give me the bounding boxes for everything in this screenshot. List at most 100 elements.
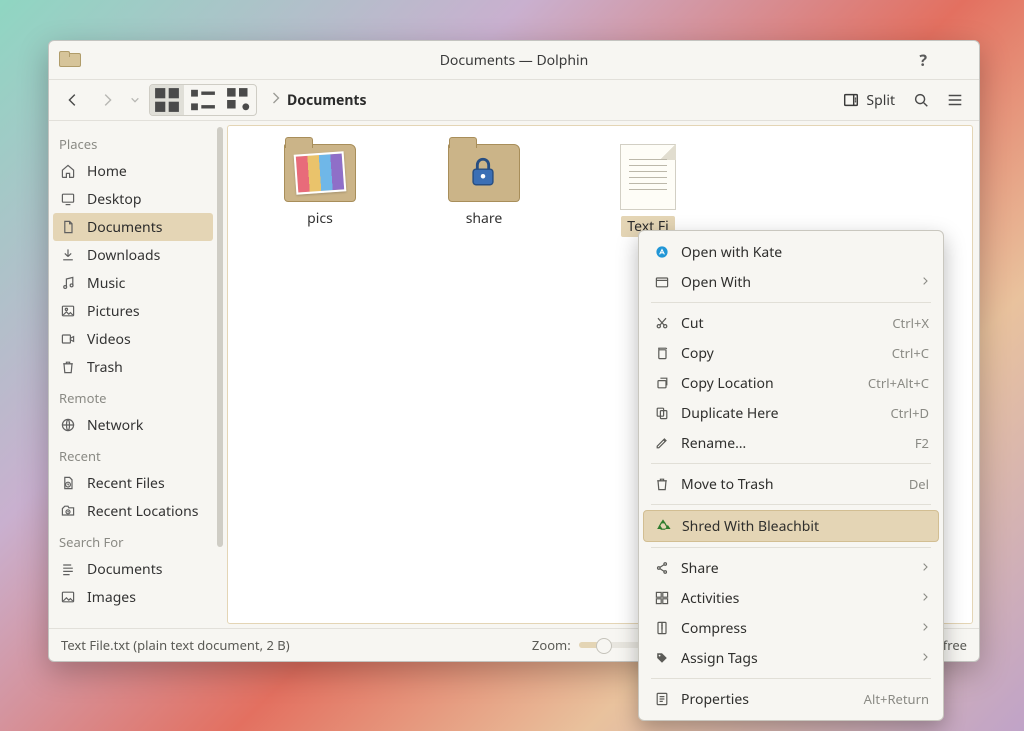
videos-icon (59, 331, 77, 347)
menu-shortcut: Del (909, 475, 929, 493)
menu-item-label: Rename… (681, 434, 905, 453)
sidebar-item-images[interactable]: Images (53, 583, 213, 611)
chevron-right-icon (921, 273, 929, 292)
sidebar-item-label: Recent Locations (87, 502, 198, 521)
sidebar-scrollbar[interactable] (213, 121, 227, 628)
back-button[interactable] (59, 86, 87, 114)
tag-icon (653, 650, 671, 666)
menu-item-open-with[interactable]: Open With (643, 267, 939, 297)
rename-icon (653, 435, 671, 451)
sidebar-item-label: Network (87, 416, 143, 435)
file-item[interactable]: pics (270, 144, 370, 237)
sidebar-item-videos[interactable]: Videos (53, 325, 213, 353)
kate-icon (653, 244, 671, 260)
search-docs-icon (59, 561, 77, 577)
sidebar-item-label: Desktop (87, 190, 141, 209)
view-compact-button[interactable] (186, 85, 220, 115)
trash-icon (653, 476, 671, 492)
documents-icon (59, 219, 77, 235)
sidebar-section-label: Recent (53, 439, 213, 469)
sidebar-item-label: Pictures (87, 302, 140, 321)
menu-item-duplicate-here[interactable]: Duplicate HereCtrl+D (643, 398, 939, 428)
file-item[interactable]: Text Fi (598, 144, 698, 237)
menu-separator (651, 547, 931, 548)
pictures-icon (59, 303, 77, 319)
file-item[interactable]: share (434, 144, 534, 237)
sidebar-item-network[interactable]: Network (53, 411, 213, 439)
sidebar-item-music[interactable]: Music (53, 269, 213, 297)
chevron-right-icon (921, 559, 929, 578)
sidebar-item-documents[interactable]: Documents (53, 213, 213, 241)
zoom-label: Zoom: (532, 636, 571, 654)
menu-item-label: Compress (681, 619, 911, 638)
help-button[interactable]: ? (919, 49, 927, 71)
breadcrumb[interactable]: Documents (271, 91, 367, 110)
sidebar-item-desktop[interactable]: Desktop (53, 185, 213, 213)
menu-button[interactable] (941, 86, 969, 114)
menu-item-label: Activities (681, 589, 911, 608)
textfile-icon (620, 144, 676, 210)
menu-item-assign-tags[interactable]: Assign Tags (643, 643, 939, 673)
toolbar: Documents Split (49, 80, 979, 121)
menu-item-label: Open With (681, 273, 911, 292)
duplicate-icon (653, 405, 671, 421)
menu-separator (651, 463, 931, 464)
desktop-icon (59, 191, 77, 207)
menu-item-label: Copy (681, 344, 882, 363)
menu-item-copy[interactable]: CopyCtrl+C (643, 338, 939, 368)
view-details-button[interactable] (222, 85, 256, 115)
menu-item-label: Copy Location (681, 374, 858, 393)
menu-shortcut: Alt+Return (864, 690, 929, 708)
sidebar-item-trash[interactable]: Trash (53, 353, 213, 381)
view-mode-group (149, 84, 257, 116)
menu-item-properties[interactable]: Properties Alt+Return (643, 684, 939, 714)
menu-item-label: Share (681, 559, 911, 578)
sidebar-item-label: Home (87, 162, 127, 181)
menu-item-label: Properties (681, 690, 854, 709)
breadcrumb-segment[interactable]: Documents (287, 91, 367, 110)
menu-item-label: Assign Tags (681, 649, 911, 668)
forward-button[interactable] (93, 86, 121, 114)
history-dropdown[interactable] (127, 86, 143, 114)
status-selection: Text File.txt (plain text document, 2 B) (61, 636, 290, 654)
menu-item-shred-with-bleachbit[interactable]: Shred With Bleachbit (643, 510, 939, 542)
share-icon (653, 560, 671, 576)
places-panel: PlacesHomeDesktopDocumentsDownloadsMusic… (49, 121, 213, 628)
cut-icon (653, 315, 671, 331)
copy-icon (653, 345, 671, 361)
split-button[interactable]: Split (836, 86, 901, 114)
menu-item-open-with-kate[interactable]: Open with Kate (643, 237, 939, 267)
downloads-icon (59, 247, 77, 263)
compress-icon (653, 620, 671, 636)
menu-item-compress[interactable]: Compress (643, 613, 939, 643)
sidebar-item-recent-locations[interactable]: Recent Locations (53, 497, 213, 525)
menu-item-activities[interactable]: Activities (643, 583, 939, 613)
sidebar-item-pictures[interactable]: Pictures (53, 297, 213, 325)
chevron-right-icon (921, 589, 929, 608)
sidebar-item-label: Documents (87, 560, 162, 579)
sidebar-item-recent-files[interactable]: Recent Files (53, 469, 213, 497)
chevron-right-icon (921, 649, 929, 668)
menu-separator (651, 504, 931, 505)
menu-item-copy-location[interactable]: Copy LocationCtrl+Alt+C (643, 368, 939, 398)
menu-item-move-to-trash[interactable]: Move to TrashDel (643, 469, 939, 499)
menu-item-label: Open with Kate (681, 243, 929, 262)
file-label: pics (301, 208, 339, 229)
activities-icon (653, 590, 671, 606)
search-button[interactable] (907, 86, 935, 114)
menu-shortcut: F2 (915, 434, 929, 452)
menu-item-share[interactable]: Share (643, 553, 939, 583)
sidebar-item-home[interactable]: Home (53, 157, 213, 185)
network-icon (59, 417, 77, 433)
sidebar-item-label: Videos (87, 330, 131, 349)
split-label: Split (866, 91, 895, 110)
open-with-icon (653, 274, 671, 290)
view-icons-button[interactable] (150, 85, 184, 115)
copy-location-icon (653, 375, 671, 391)
context-menu: Open with Kate Open With CutCtrl+XCopyCtrl… (638, 230, 944, 721)
sidebar-item-documents[interactable]: Documents (53, 555, 213, 583)
sidebar-item-downloads[interactable]: Downloads (53, 241, 213, 269)
menu-item-cut[interactable]: CutCtrl+X (643, 308, 939, 338)
menu-item-rename[interactable]: Rename… F2 (643, 428, 939, 458)
sidebar-item-label: Images (87, 588, 136, 607)
